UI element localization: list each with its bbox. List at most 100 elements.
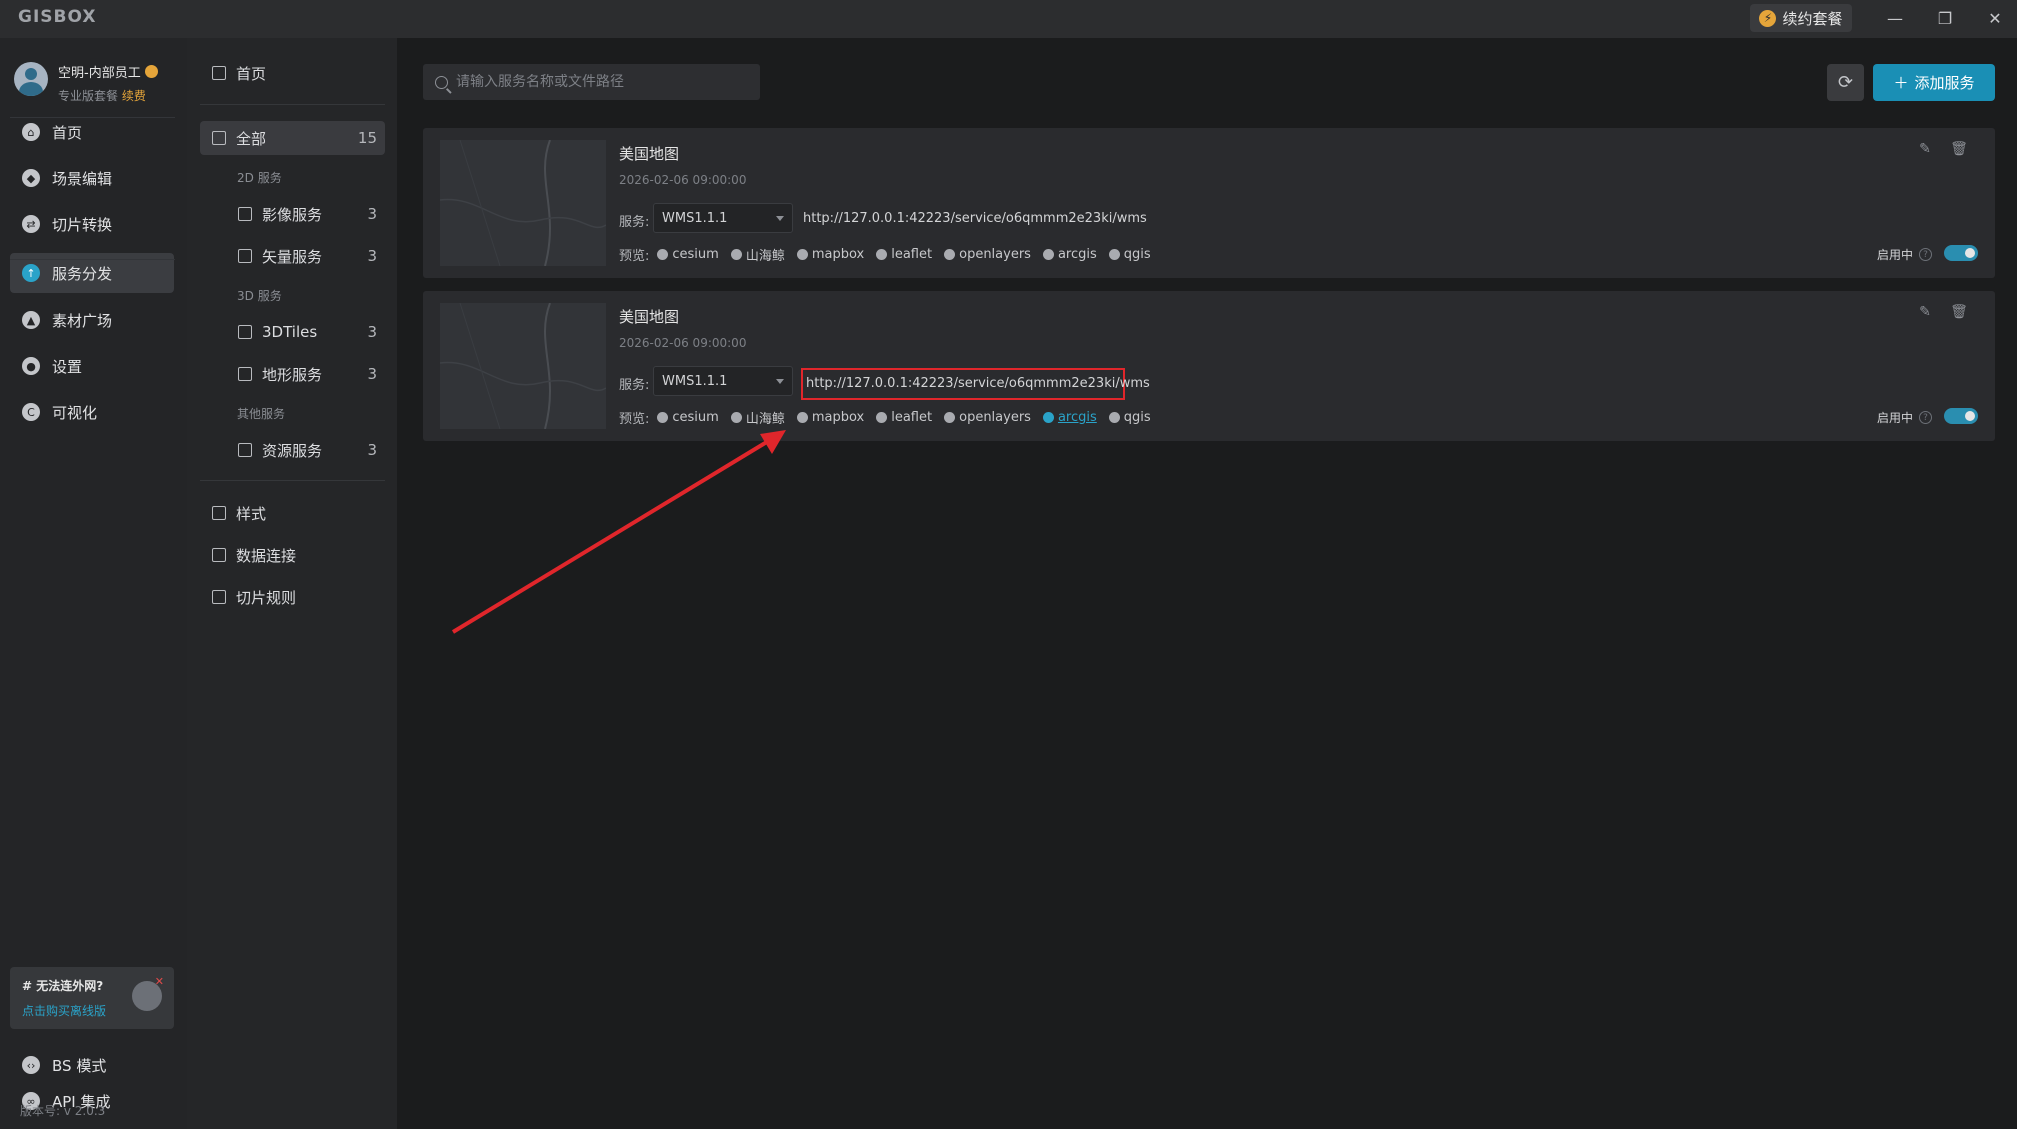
arcgis-icon [1042, 412, 1054, 423]
help-icon[interactable]: ? [1919, 411, 1933, 424]
preview-cesium[interactable]: cesium [657, 245, 719, 264]
close-icon[interactable]: ✕ [1982, 6, 2008, 30]
cesium-icon [657, 412, 669, 423]
restore-icon[interactable]: ❐ [1932, 6, 1958, 30]
search-input[interactable] [456, 74, 746, 90]
subnav-terrain[interactable]: 地形服务 3 [200, 357, 385, 391]
help-icon[interactable]: ? [1919, 248, 1933, 261]
avatar[interactable] [14, 62, 48, 96]
arcgis-icon [1042, 249, 1054, 260]
minimize-icon[interactable]: — [1882, 6, 1908, 30]
user-profile[interactable]: 空明-内部员工 专业版套餐 续费 [14, 62, 158, 104]
preview-text: 山海鲸 [745, 412, 785, 427]
user-name: 空明-内部员工 [58, 62, 158, 81]
enable-toggle[interactable] [1944, 408, 1978, 424]
edit-icon[interactable]: ✎ [1917, 304, 1933, 320]
nav-label: BS 模式 [52, 1056, 107, 1075]
nav-item-home[interactable]: ⌂ 首页 [10, 112, 174, 152]
nav-label: 服务分发 [52, 264, 113, 283]
close-icon[interactable]: ✕ [155, 975, 164, 988]
nav-item-bs-mode[interactable]: ‹› BS 模式 [10, 1045, 174, 1085]
preview-openlayers[interactable]: openlayers [944, 245, 1031, 264]
preview-arcgis[interactable]: arcgis [1042, 408, 1097, 427]
search-icon [435, 75, 448, 89]
chevron-down-icon [776, 379, 784, 384]
preview-text: mapbox [811, 247, 865, 262]
preview-openlayers[interactable]: openlayers [944, 408, 1031, 427]
preview-shanhaijing[interactable]: 山海鲸 [730, 408, 785, 427]
mapbox-icon [796, 412, 808, 423]
preview-cesium[interactable]: cesium [657, 408, 719, 427]
subnav-all[interactable]: 全部 15 [200, 121, 385, 155]
offline-promo[interactable]: # 无法连外网? 点击购买离线版 ✕ [10, 967, 174, 1029]
nav-item-scene-edit[interactable]: ◆ 场景编辑 [10, 158, 174, 198]
vip-badge-icon [144, 65, 158, 78]
divider [10, 259, 175, 260]
search-box[interactable] [423, 64, 760, 100]
nav-label: 设置 [52, 357, 83, 376]
subnav-resource[interactable]: 资源服务 3 [200, 433, 385, 467]
mapbox-icon [796, 249, 808, 260]
protocol-select[interactable]: WMS1.1.1 [653, 366, 793, 396]
nav-item-tile-convert[interactable]: ⇄ 切片转换 [10, 204, 174, 244]
subnav-data-connection[interactable]: 数据连接 [200, 538, 385, 572]
delete-icon[interactable]: 🗑 [1950, 141, 1968, 157]
subnav-label: 地形服务 [262, 365, 323, 384]
service-label: 服务: [619, 215, 650, 230]
subnav-label: 3DTiles [262, 323, 318, 341]
preview-shanhaijing[interactable]: 山海鲸 [730, 245, 785, 264]
delete-icon[interactable]: 🗑 [1950, 304, 1968, 320]
service-url-highlighted[interactable]: http://127.0.0.1:42223/service/o6qmmm2e2… [801, 368, 1150, 400]
preview-qgis[interactable]: qgis [1108, 408, 1151, 427]
subnav-label: 切片规则 [236, 588, 297, 607]
subnav-tile-rule[interactable]: 切片规则 [200, 580, 385, 614]
refresh-button[interactable]: ⟳ [1827, 64, 1864, 101]
home-icon: ⌂ [22, 123, 40, 141]
plus-icon: ＋ [1893, 74, 1909, 92]
preview-text: arcgis [1057, 247, 1097, 262]
preview-mapbox[interactable]: mapbox [796, 408, 864, 427]
subnav-vector[interactable]: 矢量服务 3 [200, 239, 385, 273]
divider [200, 104, 385, 105]
subnav-label: 首页 [236, 64, 267, 83]
subnav-3dtiles[interactable]: 3DTiles 3 [200, 315, 385, 349]
preview-text: cesium [672, 410, 719, 425]
preview-leaflet[interactable]: leaflet [876, 245, 932, 264]
renew-plan-button[interactable]: ⚡ 续约套餐 [1750, 4, 1852, 32]
preview-text: openlayers [959, 410, 1031, 425]
count-badge: 3 [367, 205, 377, 223]
preview-qgis[interactable]: qgis [1108, 245, 1151, 264]
preview-arcgis[interactable]: arcgis [1042, 245, 1097, 264]
user-name-text: 空明-内部员工 [58, 66, 141, 81]
service-card[interactable]: 美国地图 2026-02-06 09:00:00 服务: WMS1.1.1 ht… [423, 128, 1995, 278]
subnav-home[interactable]: 首页 [200, 56, 385, 90]
preview-links: 预览: cesium 山海鲸 mapbox leaflet openlayers… [619, 245, 1151, 264]
nav-item-settings[interactable]: ● 设置 [10, 346, 174, 386]
renew-link[interactable]: 续费 [122, 89, 146, 103]
group-header-other: 其他服务 [237, 407, 286, 421]
refresh-icon: ⟳ [1837, 72, 1854, 93]
preview-mapbox[interactable]: mapbox [796, 245, 865, 264]
edit-icon[interactable]: ✎ [1917, 141, 1933, 157]
service-title: 美国地图 [619, 145, 680, 163]
cube-icon: ◆ [22, 169, 40, 187]
subnav-style[interactable]: 样式 [200, 496, 385, 530]
nav-item-material[interactable]: ▲ 素材广场 [10, 300, 174, 340]
service-card[interactable]: 美国地图 2026-02-06 09:00:00 服务: WMS1.1.1 ht… [423, 291, 1995, 441]
nav-label: 素材广场 [52, 311, 113, 330]
database-icon [212, 548, 226, 562]
service-date: 2026-02-06 09:00:00 [619, 336, 747, 350]
code-icon: ‹› [22, 1056, 40, 1074]
subnav-imagery[interactable]: 影像服务 3 [200, 197, 385, 231]
preview-label: 预览: [619, 249, 650, 264]
left-sidebar: 空明-内部员工 专业版套餐 续费 ⌂ 首页 ◆ 场景编辑 ⇄ 切片转换 ↑ 服务… [0, 38, 187, 1129]
protocol-select[interactable]: WMS1.1.1 [653, 203, 793, 233]
add-service-button[interactable]: ＋ 添加服务 [1873, 64, 1995, 101]
nav-label: 场景编辑 [52, 169, 113, 188]
service-url[interactable]: http://127.0.0.1:42223/service/o6qmmm2e2… [803, 211, 1147, 226]
enable-toggle[interactable] [1944, 245, 1978, 261]
preview-leaflet[interactable]: leaflet [876, 408, 932, 427]
main-content: ⟳ ＋ 添加服务 美国地图 2026-02-06 09:00:00 服务: WM… [397, 38, 2017, 1129]
gear-icon: ● [22, 357, 40, 375]
nav-item-visualization[interactable]: C 可视化 [10, 392, 174, 432]
